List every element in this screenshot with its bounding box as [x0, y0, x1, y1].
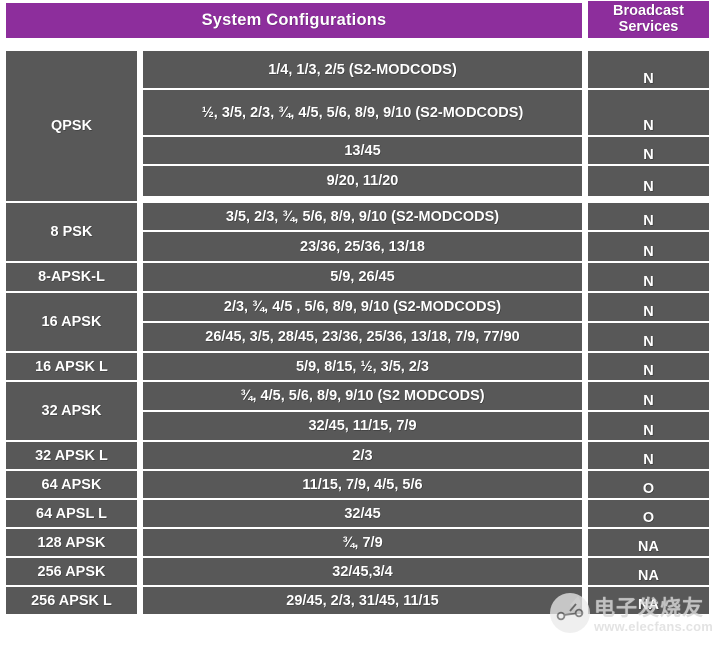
header-broadcast-services: Broadcast Services [588, 1, 709, 38]
configuration-cell: 26/45, 3/5, 28/45, 23/36, 25/36, 13/18, … [143, 323, 582, 351]
configuration-cell: 5/9, 26/45 [143, 263, 582, 291]
configuration-cell: 5/9, 8/15, ½, 3/5, 2/3 [143, 353, 582, 380]
configuration-cell: 3/5, 2/3, ¾, 5/6, 8/9, 9/10 (S2-MODCODS) [143, 203, 582, 230]
broadcast-services-cell: N [588, 412, 709, 440]
configuration-cell: 32/45,3/4 [143, 558, 582, 585]
modulation-cell: 32 APSK [6, 382, 137, 440]
configuration-cell: 29/45, 2/3, 31/45, 11/15 [143, 587, 582, 614]
configuration-cell: 23/36, 25/36, 13/18 [143, 232, 582, 261]
modulation-cell: 8-APSK-L [6, 263, 137, 291]
broadcast-services-cell: NA [588, 587, 709, 614]
broadcast-services-cell: N [588, 90, 709, 135]
modulation-cell: 256 APSK [6, 558, 137, 585]
broadcast-services-cell: N [588, 353, 709, 380]
configuration-cell: ¾, 4/5, 5/6, 8/9, 9/10 (S2 MODCODS) [143, 382, 582, 410]
broadcast-services-cell: N [588, 323, 709, 351]
modulation-cell: 256 APSK L [6, 587, 137, 614]
modulation-cell: 64 APSL L [6, 500, 137, 527]
configuration-cell: 2/3 [143, 442, 582, 469]
configuration-cell: 32/45, 11/15, 7/9 [143, 412, 582, 440]
modulation-cell: 16 APSK L [6, 353, 137, 380]
modulation-cell: 128 APSK [6, 529, 137, 556]
configuration-cell: 32/45 [143, 500, 582, 527]
broadcast-services-cell: N [588, 203, 709, 230]
broadcast-services-cell: NA [588, 529, 709, 556]
modulation-cell: 64 APSK [6, 471, 137, 498]
modulation-cell: 32 APSK L [6, 442, 137, 469]
header-system-configurations: System Configurations [6, 3, 582, 38]
broadcast-services-cell: N [588, 293, 709, 321]
modulation-cell: QPSK [6, 51, 137, 201]
modcod-table-body: QPSK 8 PSK 8-APSK-L 16 APSK 16 APSK L 32 APSK… [0, 48, 713, 648]
configuration-cell: 13/45 [143, 137, 582, 164]
broadcast-services-cell: N [588, 232, 709, 261]
broadcast-services-cell: N [588, 382, 709, 410]
table-header-row: System Configurations Broadcast Services [0, 0, 713, 42]
broadcast-services-cell: N [588, 263, 709, 291]
broadcast-services-cell: NA [588, 558, 709, 585]
configuration-cell: 9/20, 11/20 [143, 166, 582, 196]
header-broadcast-line1: Broadcast [613, 3, 684, 20]
configuration-cell: 1/4, 1/3, 2/5 (S2-MODCODS) [143, 51, 582, 88]
broadcast-services-cell: N [588, 442, 709, 469]
broadcast-services-cell: O [588, 500, 709, 527]
configuration-cell: 2/3, ¾, 4/5 , 5/6, 8/9, 9/10 (S2-MODCODS… [143, 293, 582, 321]
modcod-table-page: System Configurations Broadcast Services… [0, 0, 713, 648]
broadcast-services-cell: N [588, 51, 709, 88]
modulation-cell: 16 APSK [6, 293, 137, 351]
broadcast-services-cell: N [588, 166, 709, 196]
modulation-cell: 8 PSK [6, 203, 137, 261]
broadcast-services-cell: N [588, 137, 709, 164]
broadcast-services-cell: O [588, 471, 709, 498]
configuration-cell: 11/15, 7/9, 4/5, 5/6 [143, 471, 582, 498]
configuration-cell: ½, 3/5, 2/3, ¾, 4/5, 5/6, 8/9, 9/10 (S2-… [143, 90, 582, 135]
header-broadcast-line2: Services [618, 18, 679, 35]
configuration-cell: ¾, 7/9 [143, 529, 582, 556]
